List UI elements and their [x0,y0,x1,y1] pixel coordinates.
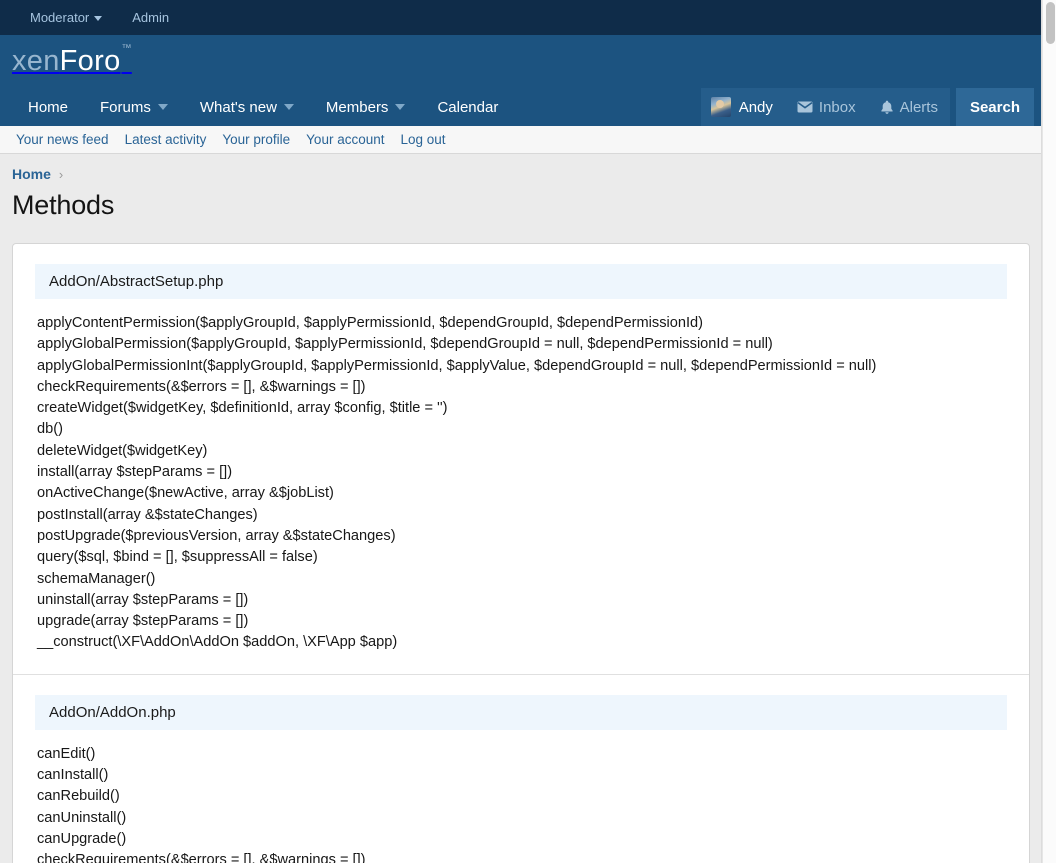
site-header: xenForo™ Home Forums What's new Members … [0,35,1042,126]
nav-item-whats-new[interactable]: What's new [184,88,310,126]
method-item: applyGlobalPermission($applyGroupId, $ap… [37,336,773,353]
methods-panel: AddOn/AbstractSetup.php applyContentPerm… [12,243,1030,863]
nav-label-home: Home [28,98,69,116]
topbar-moderator-label: Moderator [30,10,90,25]
nav-item-calendar[interactable]: Calendar [421,88,514,126]
logo-text-xen: xen [12,45,60,77]
method-item: applyContentPermission($applyGroupId, $a… [37,315,704,331]
breadcrumb-separator-icon: › [58,166,64,182]
nav-item-home[interactable]: Home [12,88,84,126]
main-navigation: Home Forums What's new Members Calendar … [0,88,1042,126]
nav-label-forums: Forums [100,98,151,116]
logo-text-foro: Foro [59,45,121,77]
envelope-icon [797,101,813,113]
inbox-label: Inbox [818,98,856,116]
subnav-item-log-out[interactable]: Log out [392,132,453,147]
method-item: canInstall() [37,767,109,784]
scrollbar-thumb[interactable] [1046,2,1055,44]
chevron-down-icon [395,104,406,110]
method-item: canUninstall() [37,809,127,826]
breadcrumb-item-home[interactable]: Home [12,166,51,182]
visitor-name-label: Andy [738,98,773,116]
moderator-bar: Moderator Admin [0,0,1042,35]
methods-list: applyContentPermission($applyGroupId, $a… [35,313,1007,654]
breadcrumb: Home › [12,154,1030,186]
method-item: checkRequirements(&$errors = [], &$warni… [37,852,366,863]
method-item: canRebuild() [37,788,120,805]
block-file-header: AddOn/AbstractSetup.php [35,264,1007,299]
topbar-item-admin[interactable]: Admin [120,4,181,31]
topbar-admin-label: Admin [132,10,170,25]
page-scrollbar[interactable] [1042,0,1056,863]
method-item: upgrade(array $stepParams = []) [37,613,249,630]
method-item: checkRequirements(&$errors = [], &$warni… [37,378,366,395]
bell-icon [880,100,894,115]
subnav-item-your-news-feed[interactable]: Your news feed [8,132,117,147]
nav-list: Home Forums What's new Members Calendar [12,88,514,126]
logo-row: xenForo™ [0,35,1042,88]
method-item: canUpgrade() [37,830,127,847]
site-logo[interactable]: xenForo™ [12,44,132,77]
search-label: Search [969,98,1020,116]
method-item: postUpgrade($previousVersion, array &$st… [37,527,396,544]
method-item: onActiveChange($newActive, array &$jobLi… [37,485,334,502]
browser-page: Moderator Admin xenForo™ Home Forums Wha… [0,0,1056,863]
method-item: __construct(\XF\AddOn\AddOn $addOn, \XF\… [37,634,398,651]
inbox-button[interactable]: Inbox [784,88,868,126]
secondary-navigation: Your news feed Latest activity Your prof… [0,126,1042,154]
page-viewport: Moderator Admin xenForo™ Home Forums Wha… [0,0,1042,863]
method-item: canEdit() [37,745,96,762]
user-navigation: Andy Inbox Alerts Search [700,88,1034,126]
nav-item-members[interactable]: Members [310,88,422,126]
nav-label-calendar: Calendar [437,98,499,116]
method-item: uninstall(array $stepParams = []) [37,591,249,608]
method-item: createWidget($widgetKey, $definitionId, … [37,400,448,417]
visitor-menu-button[interactable]: Andy [700,88,785,126]
page-title: Methods [12,190,115,220]
content-area: Home › Methods AddOn/AbstractSetup.php a… [0,154,1042,863]
method-item: install(array $stepParams = []) [37,464,233,481]
subnav-item-your-profile[interactable]: Your profile [214,132,298,147]
method-item: query($sql, $bind = [], $suppressAll = f… [37,549,318,566]
alerts-label: Alerts [899,98,938,116]
search-button[interactable]: Search [955,88,1034,126]
alerts-button[interactable]: Alerts [867,88,950,126]
methods-list: canEdit() canInstall() canRebuild() canU… [35,744,1007,863]
methods-block: AddOn/AddOn.php canEdit() canInstall() c… [13,673,1029,863]
subnav-item-your-account[interactable]: Your account [298,132,392,147]
chevron-down-icon [94,15,103,21]
topbar-item-moderator[interactable]: Moderator [18,4,114,31]
block-file-header: AddOn/AddOn.php [35,694,1007,730]
nav-label-members: Members [325,98,389,116]
method-item: deleteWidget($widgetKey) [37,442,208,459]
subnav-item-latest-activity[interactable]: Latest activity [117,132,215,147]
method-item: schemaManager() [37,570,156,587]
user-avatar-photo [710,97,731,117]
chevron-down-icon [157,104,168,110]
logo-trademark: ™ [121,43,132,55]
method-item: postInstall(array &$stateChanges) [37,506,258,523]
nav-item-forums[interactable]: Forums [84,88,184,126]
method-item: applyGlobalPermissionInt($applyGroupId, … [37,357,877,374]
nav-label-whats-new: What's new [199,98,277,116]
chevron-down-icon [283,104,294,110]
methods-block: AddOn/AbstractSetup.php applyContentPerm… [13,244,1029,674]
method-item: db() [37,421,63,438]
